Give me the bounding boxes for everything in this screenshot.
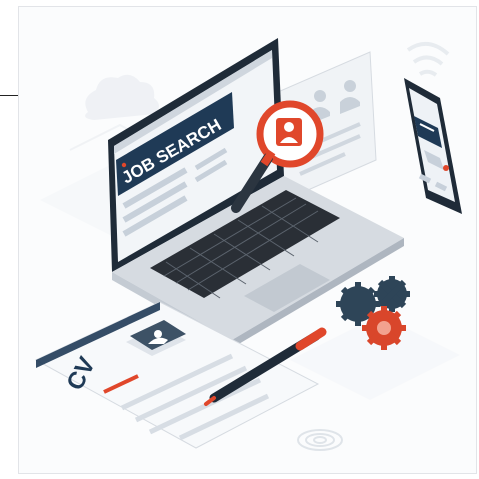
fingerprint-icon — [297, 429, 343, 451]
smartphone-icon — [404, 78, 462, 214]
user-profile-icon — [276, 118, 302, 146]
job-search-illustration: JOB SEARCH CV — [34, 38, 462, 451]
cloud-icon — [85, 74, 159, 120]
illustration-frame: JOB SEARCH CV — [0, 0, 479, 479]
wifi-icon — [406, 42, 450, 77]
